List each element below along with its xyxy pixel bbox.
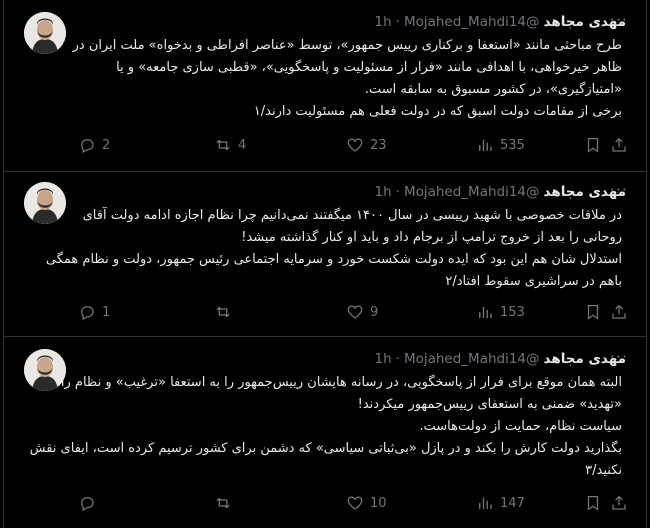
share-icon [612, 304, 626, 319]
repost-icon [216, 497, 230, 509]
user-handle[interactable]: @Mojahed_Mahdi14 [404, 14, 540, 30]
tweet-actions: 1 9 153 [78, 303, 626, 325]
tweet-text: طرح مباحثی مانند «استعفا و برکناری رییس … [72, 35, 622, 123]
like-button[interactable]: 23 [346, 136, 387, 154]
separator-dot: · [395, 184, 400, 200]
timestamp[interactable]: 1h [374, 351, 391, 367]
tweet-text-line: «تهدید» ضمنی به استعفای رییس‌جمهور میکرد… [357, 397, 622, 412]
reply-icon [81, 139, 94, 154]
tweet-header: مهدی مجاهد @Mojahed_Mahdi14 · 1h [78, 12, 626, 32]
avatar[interactable] [24, 12, 66, 54]
repost-icon [216, 306, 230, 318]
tweet-text-line: طرح مباحثی مانند «استعفا و برکناری رییس … [72, 38, 622, 53]
view-count: 153 [500, 304, 525, 320]
tweet-divider [4, 171, 646, 172]
more-options-icon[interactable]: ··· [610, 349, 628, 365]
tweet-header: مهدی مجاهد @Mojahed_Mahdi14 · 1h [78, 349, 626, 369]
reply-count: 2 [102, 137, 111, 153]
tweet-text-line: البته همان موقع برای فرار از پاسخگویی، د… [60, 375, 622, 390]
timestamp[interactable]: 1h [374, 14, 391, 30]
tweet-text-line: بگذارید دولت کارش را بکند و در پازل «بی‌… [29, 441, 622, 456]
bookmark-button[interactable] [584, 136, 602, 158]
tweet-text-line: نکنید/۳ [585, 463, 622, 478]
timestamp[interactable]: 1h [374, 184, 391, 200]
like-count: 9 [370, 304, 379, 320]
avatar-portrait-image [24, 182, 66, 224]
more-options-icon[interactable]: ··· [610, 12, 628, 28]
views-button[interactable]: 147 [476, 494, 525, 512]
reply-button[interactable]: 1 [78, 303, 110, 321]
tweet-text: البته همان موقع برای فرار از پاسخگویی، د… [29, 372, 622, 482]
tweet-text-line: ظاهر خیرخواهی، با اهدافی مانند «فرار از … [116, 60, 622, 75]
reply-icon [81, 497, 94, 512]
heart-icon [347, 305, 363, 319]
share-button[interactable] [610, 494, 628, 516]
avatar-portrait-image [24, 12, 66, 54]
heart-icon [347, 496, 363, 510]
view-count: 147 [500, 495, 525, 511]
avatar-portrait-image [24, 349, 66, 391]
more-options-icon[interactable]: ··· [610, 182, 628, 198]
reply-icon [81, 306, 94, 321]
avatar[interactable] [24, 349, 66, 391]
bookmark-icon [587, 304, 599, 320]
reply-button[interactable]: 2 [78, 136, 110, 154]
views-button[interactable]: 153 [476, 303, 525, 321]
tweet-text-line: سیاست نظام، حمایت از دولت‌هاست. [419, 419, 622, 434]
like-button[interactable]: 9 [346, 303, 378, 321]
reply-count: 1 [102, 304, 111, 320]
like-button[interactable]: 10 [346, 494, 387, 512]
tweet-actions: 2 4 23 535 [78, 136, 626, 158]
bookmark-button[interactable] [584, 494, 602, 516]
tweet-text-line: «امتیازگیری»، در کشور مسبوق به سابقه است… [364, 82, 622, 97]
bookmark-button[interactable] [584, 303, 602, 325]
like-count: 10 [370, 495, 387, 511]
reply-button[interactable] [78, 494, 102, 512]
tweet-divider [4, 336, 646, 337]
user-handle[interactable]: @Mojahed_Mahdi14 [404, 351, 540, 367]
share-button[interactable] [610, 136, 628, 158]
share-icon [612, 495, 626, 510]
analytics-icon [479, 306, 492, 318]
user-handle[interactable]: @Mojahed_Mahdi14 [404, 184, 540, 200]
tweet-text-line: برخی از مقامات دولت اسبق که در دولت فعلی… [253, 104, 622, 119]
avatar[interactable] [24, 182, 66, 224]
heart-icon [347, 138, 363, 152]
repost-button[interactable] [214, 303, 238, 321]
separator-dot: · [395, 351, 400, 367]
bookmark-icon [587, 495, 599, 511]
separator-dot: · [395, 14, 400, 30]
analytics-icon [479, 497, 492, 509]
repost-icon [216, 139, 230, 151]
analytics-icon [479, 139, 492, 151]
views-button[interactable]: 535 [476, 136, 525, 154]
like-count: 23 [370, 137, 387, 153]
share-button[interactable] [610, 303, 628, 325]
tweet-actions: 10 147 [78, 494, 626, 516]
repost-button[interactable]: 4 [214, 136, 246, 154]
repost-button[interactable] [214, 494, 238, 512]
tweet-text: در ملاقات خصوصی با شهید رییسی در سال ۱۴۰… [45, 205, 622, 293]
tweet-text-line: باهم در سراشیری سقوط افتاد/۲ [445, 274, 622, 289]
tweet-text-line: استدلال شان هم این بود که ایده دولت شکست… [45, 252, 622, 267]
tweet-text-line: در ملاقات خصوصی با شهید رییسی در سال ۱۴۰… [82, 208, 622, 223]
timeline-column: مهدی مجاهد @Mojahed_Mahdi14 · 1h ··· طرح… [3, 0, 647, 528]
bookmark-icon [587, 137, 599, 153]
tweet-header: مهدی مجاهد @Mojahed_Mahdi14 · 1h [78, 182, 626, 202]
view-count: 535 [500, 137, 525, 153]
tweet-text-line: روحانی را بعد از خروج ترامپ از برجام داد… [241, 230, 622, 245]
share-icon [612, 137, 626, 152]
repost-count: 4 [238, 137, 247, 153]
